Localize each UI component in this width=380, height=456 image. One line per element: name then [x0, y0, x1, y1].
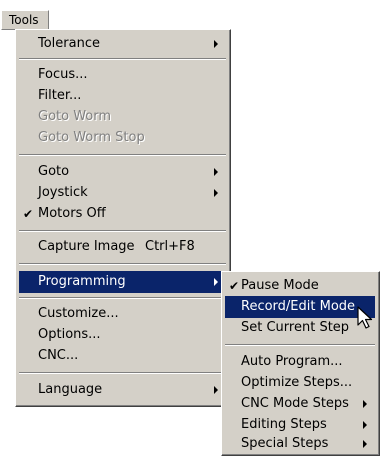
menu-item-label: Set Current Step — [241, 320, 350, 335]
menubar-tools-label: Tools — [9, 13, 39, 27]
menu-item-motors-off[interactable]: ✔ Motors Off — [19, 203, 226, 225]
menu-separator — [19, 154, 226, 156]
menu-separator — [19, 230, 226, 232]
menu-item-customize[interactable]: Customize... — [19, 303, 226, 325]
menu-item-label: Goto — [38, 164, 70, 179]
menu-item-programming[interactable]: Programming — [19, 271, 226, 293]
submenu-arrow-icon — [214, 168, 218, 176]
menu-item-options[interactable]: Options... — [19, 324, 226, 346]
menu-item-label: Tolerance — [38, 36, 100, 51]
submenu-arrow-icon — [214, 189, 218, 197]
menu-item-cnc[interactable]: CNC... — [19, 345, 226, 367]
submenu-arrow-icon — [214, 40, 218, 48]
submenu-arrow-icon — [214, 278, 218, 286]
menu-item-label: Capture Image — [38, 239, 135, 254]
menu-item-label: Filter... — [38, 88, 82, 103]
menu-separator — [19, 372, 226, 374]
menu-item-label: Language — [38, 382, 103, 397]
menubar-tools[interactable]: Tools — [1, 10, 49, 30]
menu-separator — [19, 297, 226, 299]
checkmark-icon: ✔ — [22, 207, 34, 221]
menu-item-label: Goto Worm — [38, 109, 112, 124]
mouse-pointer-icon — [357, 306, 373, 329]
submenu-item-record-edit-mode[interactable]: Record/Edit Mode — [225, 296, 375, 318]
menu-item-label: Optimize Steps... — [241, 375, 353, 390]
menu-item-label: Programming — [38, 274, 126, 289]
submenu-item-optimize-steps[interactable]: Optimize Steps... — [225, 372, 375, 394]
menu-item-language[interactable]: Language — [19, 379, 226, 401]
menu-item-label: Pause Mode — [241, 278, 319, 293]
menu-item-label: Joystick — [38, 185, 88, 200]
menu-item-label: Goto Worm Stop — [38, 130, 145, 145]
menu-item-label: Special Steps — [241, 436, 329, 451]
submenu-arrow-icon — [363, 440, 367, 448]
submenu-item-pause-mode[interactable]: ✔ Pause Mode — [225, 275, 375, 297]
submenu-arrow-icon — [363, 421, 367, 429]
programming-submenu: ✔ Pause Mode Record/Edit Mode Set Curren… — [221, 271, 380, 456]
menu-item-focus[interactable]: Focus... — [19, 64, 226, 86]
submenu-arrow-icon — [363, 400, 367, 408]
menu-item-goto-worm: Goto Worm — [19, 106, 226, 128]
menu-item-goto-worm-stop: Goto Worm Stop — [19, 127, 226, 149]
menu-item-shortcut: Ctrl+F8 — [145, 239, 195, 254]
submenu-item-set-current-step[interactable]: Set Current Step — [225, 317, 375, 339]
menu-item-label: Auto Program... — [241, 354, 343, 369]
menu-item-joystick[interactable]: Joystick — [19, 182, 226, 204]
menu-separator — [225, 344, 375, 346]
menu-item-capture-image[interactable]: Capture Image Ctrl+F8 — [19, 236, 226, 258]
menu-item-label: CNC... — [38, 348, 79, 363]
menu-item-tolerance[interactable]: Tolerance — [19, 33, 226, 55]
submenu-item-special-steps[interactable]: Special Steps — [225, 433, 375, 455]
checkmark-icon: ✔ — [228, 279, 240, 293]
submenu-item-auto-program[interactable]: Auto Program... — [225, 351, 375, 373]
menu-item-filter[interactable]: Filter... — [19, 85, 226, 107]
menu-item-label: Options... — [38, 327, 101, 342]
menu-separator — [19, 263, 226, 265]
menu-item-label: CNC Mode Steps — [241, 396, 349, 411]
tools-menu: Tolerance Focus... Filter... Goto Worm G… — [15, 29, 231, 407]
screenshot-stage: Tools Tolerance Focus... Filter... Goto … — [0, 0, 380, 456]
submenu-arrow-icon — [214, 386, 218, 394]
menu-item-label: Record/Edit Mode — [241, 299, 356, 314]
menu-item-label: Focus... — [38, 67, 88, 82]
submenu-item-cnc-mode-steps[interactable]: CNC Mode Steps — [225, 393, 375, 415]
menu-separator — [19, 58, 226, 60]
menu-item-label: Customize... — [38, 306, 119, 321]
menu-item-goto[interactable]: Goto — [19, 161, 226, 183]
menu-item-label: Motors Off — [38, 206, 106, 221]
